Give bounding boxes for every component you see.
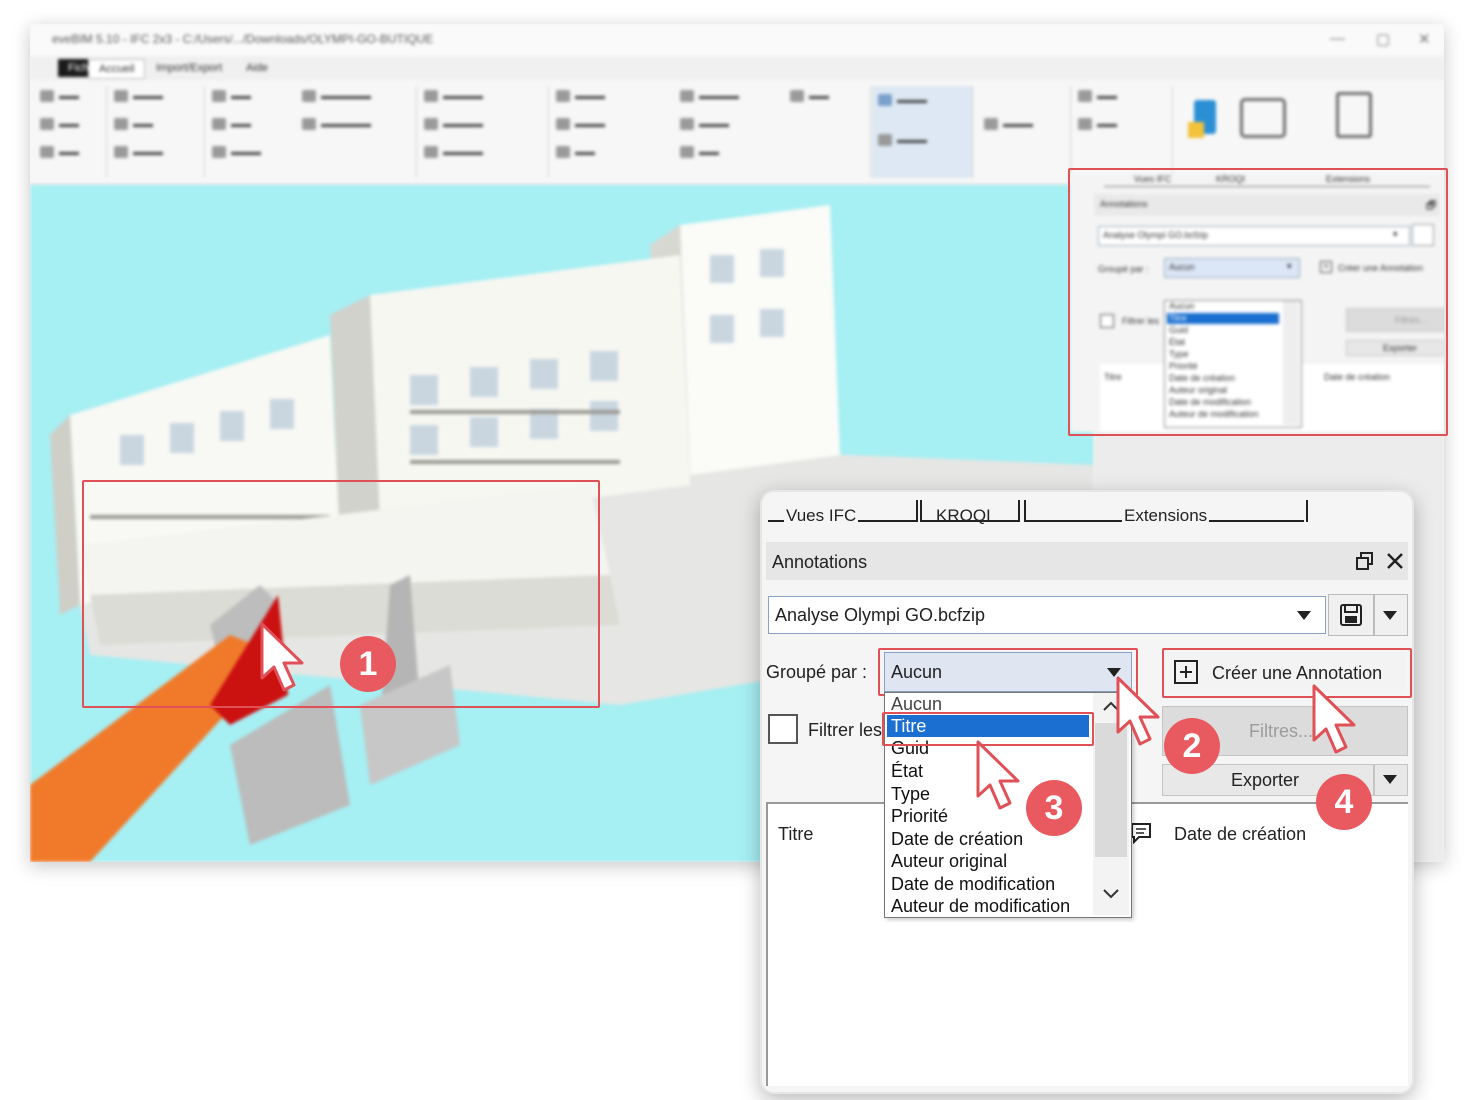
ribbon-button[interactable]: ▬▬▬ bbox=[212, 144, 261, 162]
ribbon-button[interactable]: ▬▬▬ bbox=[984, 116, 1033, 134]
option-date-modification[interactable]: Date de modification bbox=[891, 873, 1055, 895]
ribbon-tab-import-export[interactable]: Import/Export bbox=[146, 59, 232, 77]
ribbon-button[interactable]: ▬▬ bbox=[790, 88, 829, 106]
configuration-icon[interactable] bbox=[1336, 92, 1372, 138]
ribbon-button[interactable]: ▬▬▬▬▬ bbox=[302, 116, 371, 134]
ribbon-button[interactable]: ▬▬ bbox=[212, 88, 251, 106]
tab-vues-ifc[interactable]: Vues IFC bbox=[784, 506, 859, 526]
ribbon-group: ▬▬ ▬▬ bbox=[1072, 86, 1173, 178]
ribbon-button[interactable]: ▬▬▬▬ bbox=[424, 116, 483, 134]
ribbon-button[interactable]: ▬▬▬ bbox=[556, 88, 605, 106]
file-select[interactable]: Analyse Olympi GO.bcfzip bbox=[768, 596, 1326, 634]
window-title: eveBIM 5.10 - IFC 2x3 - C:/Users/.../Dow… bbox=[52, 32, 434, 46]
tab-kroqi[interactable]: KROQI bbox=[936, 506, 991, 526]
ribbon-group: ▬▬▬▬ ▬▬▬▬ ▬▬▬▬ bbox=[418, 86, 549, 178]
column-header-date: Date de création bbox=[1174, 824, 1307, 844]
ribbon-button[interactable]: ▬▬ bbox=[1078, 116, 1117, 134]
chevron-down-icon bbox=[1383, 775, 1397, 784]
tab-extensions[interactable]: Extensions bbox=[1122, 506, 1210, 526]
ribbon-group-annotations: ▬▬▬ ▬▬▬ bbox=[872, 86, 973, 178]
callout-frame-group-select bbox=[878, 648, 1138, 696]
ribbon-button-annotations[interactable]: ▬▬▬ bbox=[878, 92, 927, 110]
save-button[interactable] bbox=[1328, 594, 1374, 636]
filter-label: Filtrer les bbox=[808, 720, 883, 740]
restore-window-icon[interactable] bbox=[1356, 552, 1374, 570]
comment-icon bbox=[1131, 823, 1151, 844]
ribbon-button[interactable]: ▬▬ bbox=[556, 144, 595, 162]
ribbon-button[interactable]: ▬▬▬ bbox=[878, 132, 927, 150]
ribbon-button[interactable]: ▬▬▬ bbox=[114, 88, 163, 106]
option-priorite[interactable]: Priorité bbox=[891, 805, 948, 827]
callout-frame-panel bbox=[1068, 168, 1448, 436]
step-badge-1: 1 bbox=[340, 636, 396, 692]
save-options-dropdown[interactable] bbox=[1374, 594, 1408, 636]
kroqi-logo-icon bbox=[1188, 100, 1226, 144]
title-bar: eveBIM 5.10 - IFC 2x3 - C:/Users/.../Dow… bbox=[30, 24, 1444, 56]
ribbon-button[interactable]: ▬▬▬▬▬ bbox=[302, 88, 371, 106]
panel-header: Annotations bbox=[766, 542, 1408, 580]
ribbon-button[interactable]: ▬▬▬ bbox=[114, 144, 163, 162]
ribbon-button[interactable]: ▬▬ bbox=[40, 116, 79, 134]
mouse-cursor-icon bbox=[976, 740, 1020, 810]
ribbon-button[interactable]: ▬▬▬▬ bbox=[424, 144, 483, 162]
ribbon-group: ▬▬▬ ▬▬ ▬▬▬ bbox=[108, 86, 205, 178]
chevron-down-icon[interactable] bbox=[1103, 889, 1119, 899]
ribbon-group: ▬▬ ▬▬ ▬▬▬ ▬▬▬▬▬ ▬▬▬▬▬ bbox=[206, 86, 417, 178]
ribbon-group: ▬▬▬ bbox=[974, 86, 1071, 178]
step-badge-2: 2 bbox=[1164, 718, 1220, 774]
option-auteur-modification[interactable]: Auteur de modification bbox=[891, 895, 1070, 917]
close-window-icon[interactable]: ✕ bbox=[1418, 30, 1431, 48]
extension-icon[interactable] bbox=[1240, 98, 1286, 138]
mouse-cursor-icon bbox=[1116, 676, 1160, 746]
panel-tab-strip: Vues IFC KROQI Extensions bbox=[768, 500, 1308, 530]
column-header-title: Titre bbox=[778, 824, 814, 844]
mouse-cursor-icon bbox=[260, 622, 304, 692]
file-select-value: Analyse Olympi GO.bcfzip bbox=[775, 605, 986, 625]
filters-label: Filtres... bbox=[1249, 721, 1314, 741]
ribbon-tab-help[interactable]: Aide bbox=[236, 59, 278, 77]
group-label: Groupé par : bbox=[766, 662, 868, 682]
ribbon-button[interactable]: ▬▬▬ bbox=[556, 116, 605, 134]
option-auteur-original[interactable]: Auteur original bbox=[891, 850, 1007, 872]
floppy-disk-icon bbox=[1340, 604, 1362, 626]
ribbon-button[interactable]: ▬▬▬ bbox=[680, 116, 729, 134]
ribbon-button[interactable]: ▬▬▬▬ bbox=[424, 88, 483, 106]
minimize-icon[interactable]: — bbox=[1330, 30, 1345, 47]
chevron-down-icon bbox=[1383, 611, 1397, 620]
filter-checkbox[interactable] bbox=[768, 714, 798, 744]
close-icon[interactable] bbox=[1386, 552, 1404, 570]
ribbon-tab-home[interactable]: Accueil bbox=[88, 59, 146, 79]
ribbon-group: ▬▬▬ ▬▬▬ ▬▬ ▬▬▬▬ ▬▬▬ ▬▬ ▬▬ bbox=[550, 86, 871, 178]
ribbon-button[interactable]: ▬▬ bbox=[40, 144, 79, 162]
mouse-cursor-icon bbox=[1312, 684, 1356, 754]
export-options-dropdown[interactable] bbox=[1374, 764, 1408, 796]
option-type[interactable]: Type bbox=[891, 783, 930, 805]
chevron-down-icon bbox=[1297, 611, 1311, 620]
ribbon-button[interactable]: ▬▬ bbox=[212, 116, 251, 134]
annotations-panel-zoomed: Vues IFC KROQI Extensions Annotations An… bbox=[760, 490, 1414, 1094]
ribbon-button[interactable]: ▬▬ bbox=[1078, 88, 1117, 106]
ribbon-button[interactable]: ▬▬ bbox=[680, 144, 719, 162]
ribbon-group: ▬▬ ▬▬ ▬▬ bbox=[34, 86, 107, 178]
ribbon-button[interactable]: ▬▬▬▬ bbox=[680, 88, 739, 106]
maximize-icon[interactable]: ▢ bbox=[1376, 30, 1390, 48]
step-badge-4: 4 bbox=[1316, 774, 1372, 830]
export-label: Exporter bbox=[1231, 770, 1300, 790]
callout-frame-create bbox=[1162, 648, 1412, 698]
ribbon-tabs: Fichier Accueil Import/Export Aide bbox=[30, 56, 1444, 81]
step-badge-3: 3 bbox=[1026, 780, 1082, 836]
option-etat[interactable]: État bbox=[891, 760, 923, 782]
panel-title: Annotations bbox=[772, 552, 868, 572]
option-date-creation[interactable]: Date de création bbox=[891, 828, 1023, 850]
ribbon-button[interactable]: ▬▬ bbox=[114, 116, 153, 134]
ribbon-button[interactable]: ▬▬ bbox=[40, 88, 79, 106]
